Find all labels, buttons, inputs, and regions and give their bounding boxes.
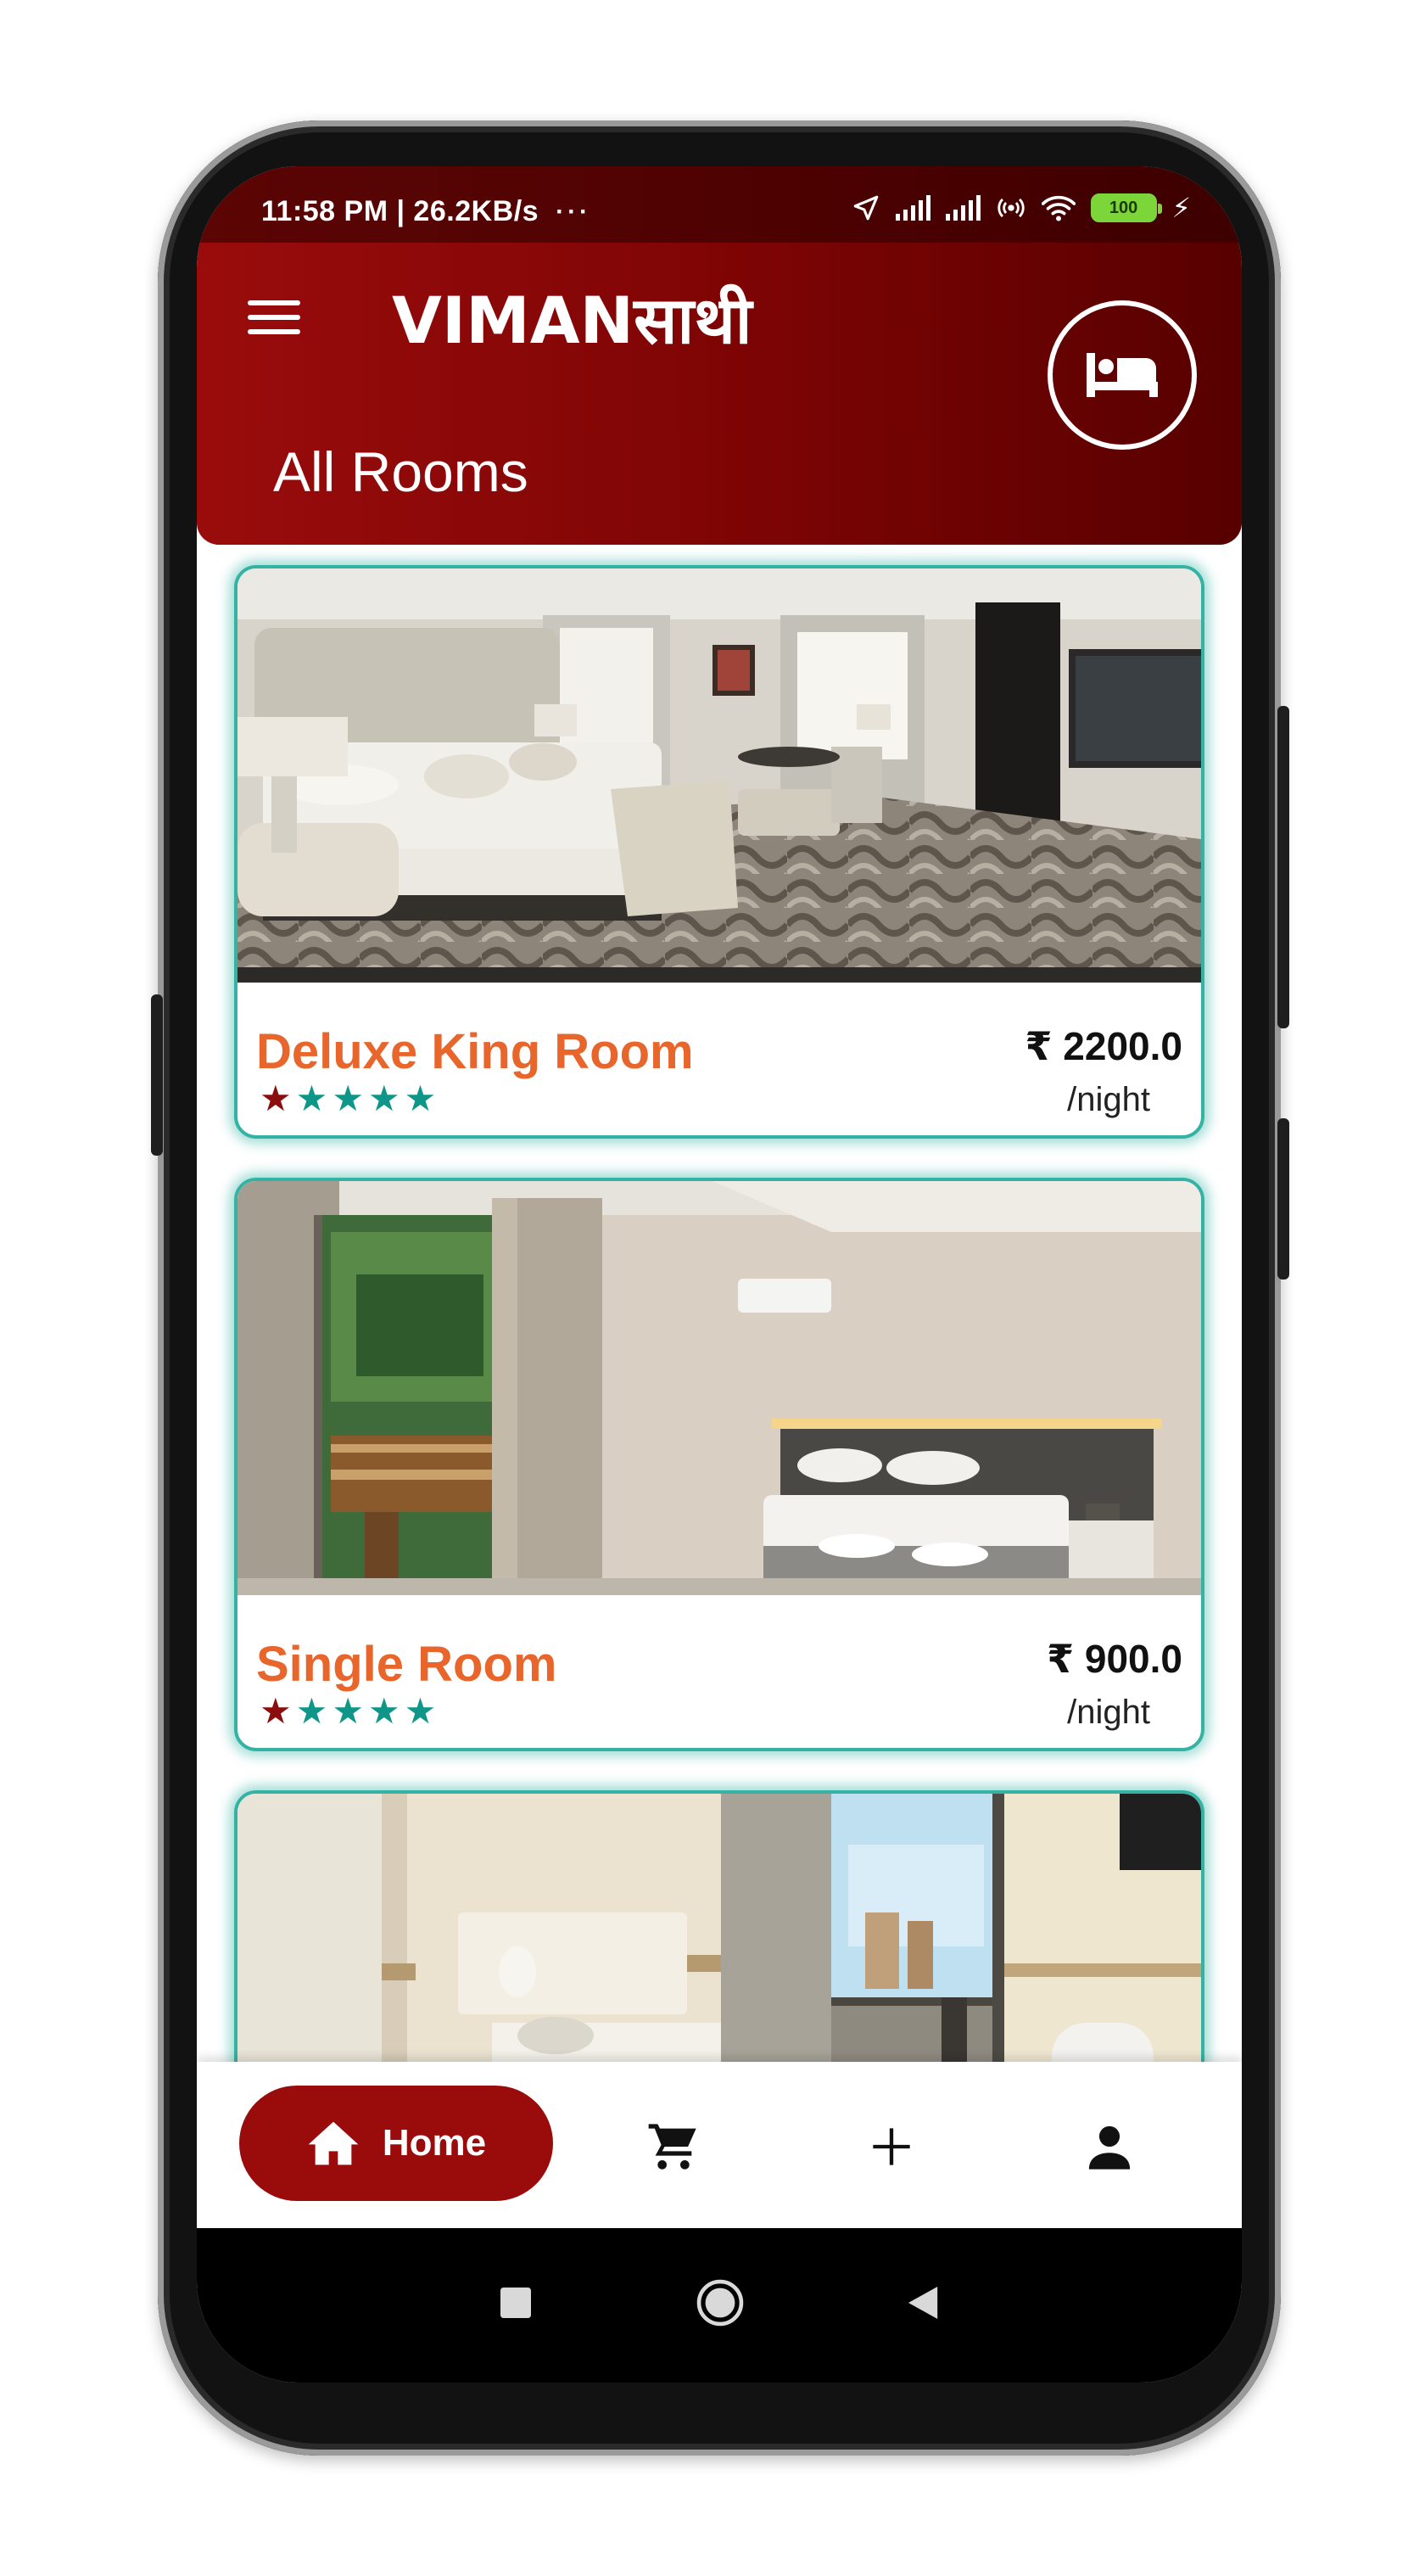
status-more-dots: ···	[556, 197, 592, 226]
triangle-back-icon	[908, 2287, 938, 2319]
bed-icon	[1087, 353, 1158, 397]
phone-power-button	[1277, 706, 1289, 1028]
room-price-unit: /night	[1067, 1694, 1150, 1731]
room-list: Deluxe King Room ★ ★ ★ ★ ★ ₹ 2200.0 /nig…	[197, 545, 1242, 2062]
nav-cart-button[interactable]	[640, 2113, 707, 2181]
profile-icon	[1088, 2125, 1131, 2170]
status-bar: 11:58 PM | 26.2KB/s ··· 100 ⚡	[197, 166, 1242, 243]
rating-stars: ★ ★ ★ ★ ★	[260, 1694, 436, 1729]
room-name: Single Room	[256, 1637, 557, 1692]
battery-icon: 100	[1090, 193, 1162, 222]
cart-icon	[648, 2124, 696, 2170]
battery-level: 100	[1109, 198, 1138, 217]
single-room-photo	[238, 1181, 1201, 1595]
star-icon: ★	[295, 1078, 328, 1118]
app-title: VIMANसाथी	[392, 283, 752, 358]
wifi-icon	[1041, 195, 1076, 221]
star-icon: ★	[260, 1691, 292, 1731]
room-card[interactable]: Single Room ★ ★ ★ ★ ★ ₹ 900.0 /night	[234, 1178, 1204, 1751]
signal-icon	[945, 195, 981, 221]
star-icon: ★	[295, 1691, 328, 1731]
status-time-speed: 11:58 PM | 26.2KB/s	[261, 195, 539, 227]
phone-side-key	[1277, 1118, 1289, 1280]
system-navigation-bar	[197, 2228, 1242, 2383]
square-icon	[500, 2288, 531, 2318]
page-title: All Rooms	[273, 440, 528, 503]
nav-add-button[interactable]	[858, 2113, 925, 2181]
room-price: ₹ 2200.0	[1025, 1024, 1182, 1068]
star-icon: ★	[260, 1078, 292, 1118]
signal-icon	[895, 195, 930, 221]
app-header: 11:58 PM | 26.2KB/s ··· 100 ⚡ VIMANसाथी …	[197, 166, 1242, 545]
status-left: 11:58 PM | 26.2KB/s ···	[261, 195, 591, 228]
phone-volume-button	[151, 994, 163, 1156]
room-price-unit: /night	[1067, 1081, 1150, 1118]
room-card[interactable]	[234, 1790, 1204, 2062]
star-icon: ★	[367, 1691, 400, 1731]
status-icons: 100 ⚡	[852, 192, 1191, 224]
room-price: ₹ 900.0	[1047, 1637, 1182, 1681]
add-icon	[873, 2128, 910, 2165]
bottom-navigation: Home	[197, 2062, 1242, 2228]
star-icon: ★	[332, 1078, 364, 1118]
star-icon: ★	[332, 1691, 364, 1731]
circle-icon	[696, 2279, 744, 2327]
rating-stars: ★ ★ ★ ★ ★	[260, 1081, 436, 1117]
hotspot-icon	[997, 198, 1025, 218]
deluxe-king-room-photo	[238, 568, 1201, 983]
recent-apps-button[interactable]	[482, 2269, 550, 2337]
phone-screen: 11:58 PM | 26.2KB/s ··· 100 ⚡ VIMANसाथी …	[197, 166, 1242, 2383]
room-name: Deluxe King Room	[256, 1024, 694, 1079]
nav-home-button[interactable]: Home	[239, 2086, 553, 2201]
star-icon: ★	[367, 1078, 400, 1118]
nav-home-label: Home	[382, 2122, 487, 2164]
home-button[interactable]	[682, 2269, 758, 2337]
nav-profile-button[interactable]	[1076, 2113, 1143, 2181]
hamburger-menu-icon[interactable]	[248, 300, 300, 343]
location-arrow-icon	[853, 195, 878, 221]
hotel-bookings-button[interactable]	[1048, 300, 1197, 450]
room-card[interactable]: Deluxe King Room ★ ★ ★ ★ ★ ₹ 2200.0 /nig…	[234, 565, 1204, 1139]
star-icon: ★	[404, 1691, 437, 1731]
back-button[interactable]	[891, 2269, 958, 2337]
star-icon: ★	[404, 1078, 437, 1118]
charging-icon: ⚡	[1171, 193, 1191, 223]
home-icon	[308, 2121, 359, 2165]
third-room-photo	[238, 1794, 1201, 2062]
